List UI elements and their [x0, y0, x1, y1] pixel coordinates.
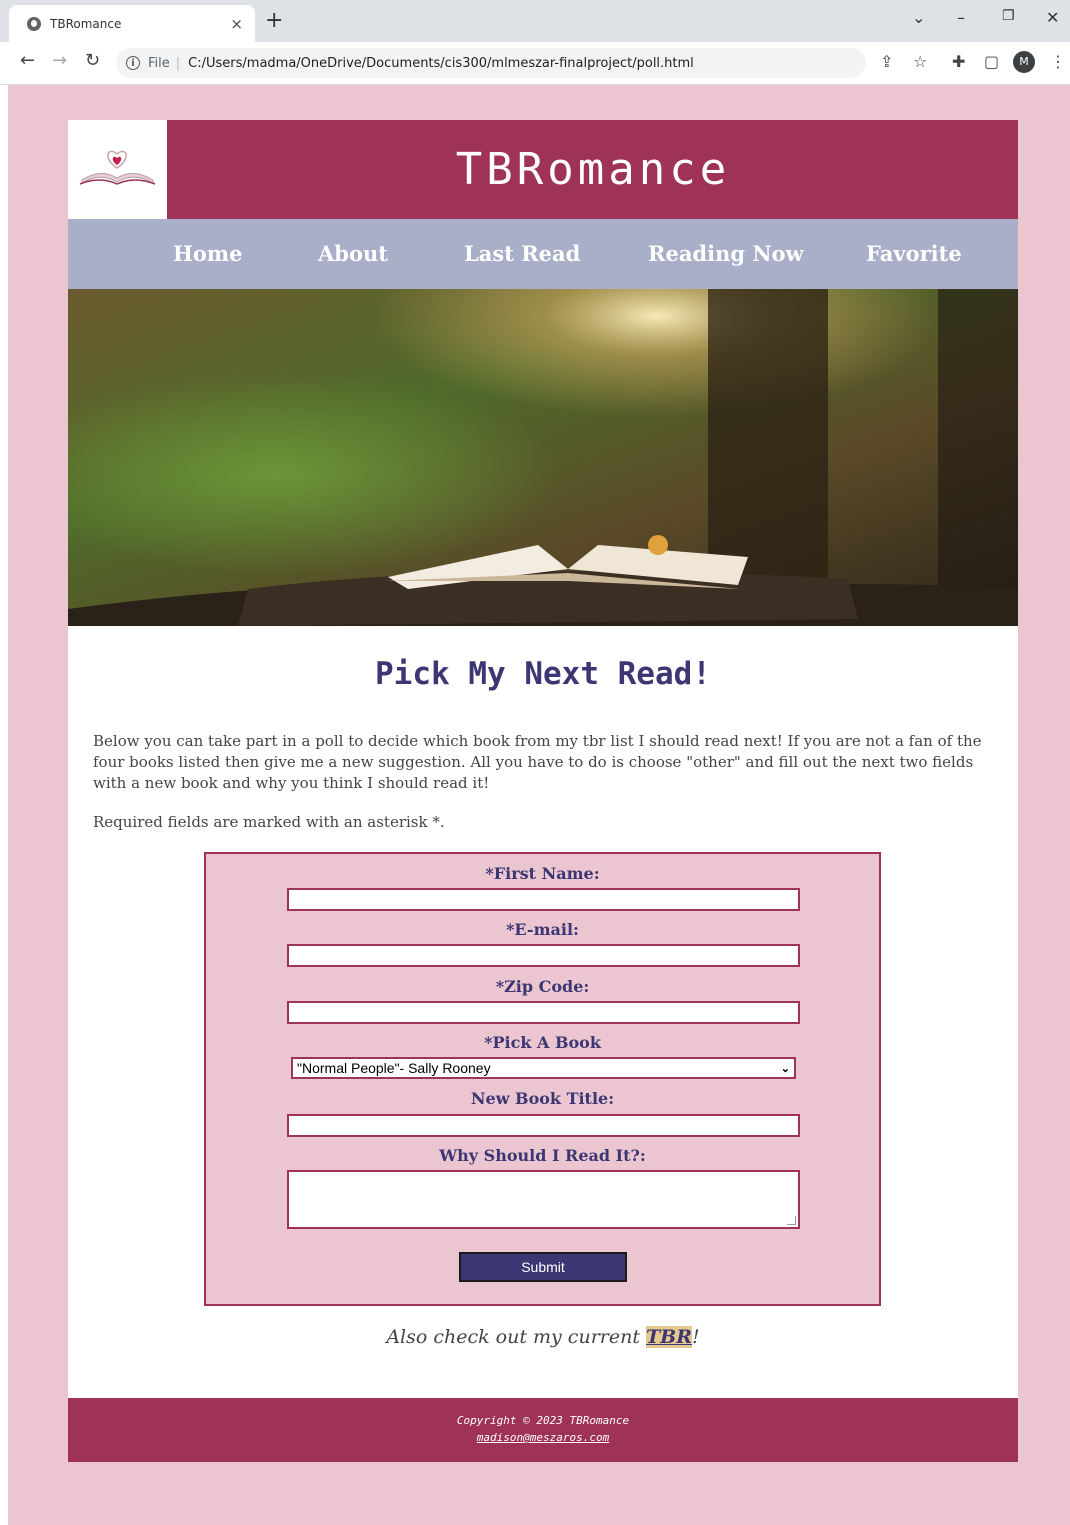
page-background: TBRomance Home About Last Read Reading N… [8, 85, 1070, 1525]
nav-reading-now[interactable]: Reading Now [648, 219, 804, 289]
site-logo[interactable] [68, 120, 167, 219]
reload-icon[interactable]: ↻ [85, 50, 100, 71]
hero-image [68, 289, 1018, 626]
url-divider: | [175, 55, 181, 71]
required-note: Required fields are marked with an aster… [93, 813, 445, 831]
copyright-text: Copyright © 2023 TBRomance [456, 1414, 630, 1427]
site-title: TBRomance [455, 144, 731, 195]
close-window-icon[interactable]: ✕ [1046, 8, 1059, 27]
nav-home[interactable]: Home [173, 219, 242, 289]
back-icon[interactable]: ← [20, 50, 35, 71]
tab-title: TBRomance [50, 16, 122, 31]
poll-title: Pick My Next Read! [375, 656, 711, 692]
tbr-callout: Also check out my current TBR! [68, 1326, 1018, 1348]
globe-icon [27, 16, 41, 31]
nav-last-read[interactable]: Last Read [464, 219, 580, 289]
side-panel-icon[interactable]: ▢ [984, 52, 999, 71]
first-name-field[interactable] [287, 888, 800, 911]
footer-email-link[interactable]: madison@meszaros.com [68, 1431, 1018, 1444]
resize-handle-icon[interactable] [787, 1216, 796, 1225]
share-icon[interactable]: ⇪ [880, 52, 893, 71]
main-nav: Home About Last Read Reading Now Favorit… [68, 219, 1018, 289]
url-text[interactable]: C:/Users/madma/OneDrive/Documents/cis300… [188, 56, 694, 71]
tbr-link[interactable]: TBR [646, 1326, 693, 1348]
zip-label: *Zip Code: [495, 977, 590, 996]
tbr-prefix: Also check out my current [386, 1326, 647, 1348]
close-tab-icon[interactable]: × [230, 15, 243, 33]
first-name-label: *First Name: [485, 864, 600, 883]
forward-icon[interactable]: → [52, 50, 67, 71]
minimize-icon[interactable]: – [957, 8, 965, 27]
chevron-down-icon: ⌄ [780, 1062, 790, 1075]
forest-book-photo [68, 289, 1018, 626]
new-title-field[interactable] [287, 1114, 800, 1137]
menu-kebab-icon[interactable]: ⋮ [1050, 52, 1066, 71]
new-tab-button[interactable]: + [265, 8, 283, 33]
restore-icon[interactable]: ❐ [1002, 8, 1015, 24]
open-book-heart-icon [79, 150, 156, 185]
tab-search-icon[interactable]: ⌄ [912, 8, 925, 27]
poll-intro: Below you can take part in a poll to dec… [93, 732, 982, 792]
submit-button[interactable]: Submit [459, 1252, 627, 1282]
profile-avatar[interactable]: M [1013, 51, 1035, 73]
nav-about[interactable]: About [318, 219, 388, 289]
why-label: Why Should I Read It?: [439, 1146, 646, 1165]
book-select-value: "Normal People"- Sally Rooney [297, 1060, 491, 1076]
browser-tab[interactable]: TBRomance × [9, 5, 255, 42]
site-footer: Copyright © 2023 TBRomance madison@mesza… [68, 1398, 1018, 1462]
browser-toolbar: ← → ↻ i File | C:/Users/madma/OneDrive/D… [0, 42, 1070, 85]
browser-tab-strip: TBRomance × + ⌄ – ❐ ✕ [0, 0, 1070, 42]
email-field[interactable] [287, 944, 800, 967]
content-wrapper: TBRomance Home About Last Read Reading N… [68, 120, 1018, 1462]
bookmark-star-icon[interactable]: ☆ [913, 52, 927, 71]
poll-form: *First Name: *E-mail: *Zip Code: *Pick A… [204, 852, 881, 1306]
extensions-icon[interactable]: ✚ [952, 52, 965, 71]
url-scheme: File [148, 55, 170, 71]
info-icon[interactable]: i [126, 56, 140, 70]
nav-favorite[interactable]: Favorite [866, 219, 962, 289]
why-textarea[interactable] [287, 1170, 800, 1229]
site-header: TBRomance [68, 120, 1018, 219]
new-title-label: New Book Title: [470, 1089, 615, 1108]
address-bar[interactable]: i File | C:/Users/madma/OneDrive/Documen… [116, 48, 866, 78]
zip-field[interactable] [287, 1001, 800, 1024]
pick-book-label: *Pick A Book [484, 1033, 601, 1052]
tbr-suffix: ! [692, 1326, 700, 1348]
book-select[interactable]: "Normal People"- Sally Rooney ⌄ [291, 1057, 796, 1079]
email-label: *E-mail: [506, 920, 579, 939]
